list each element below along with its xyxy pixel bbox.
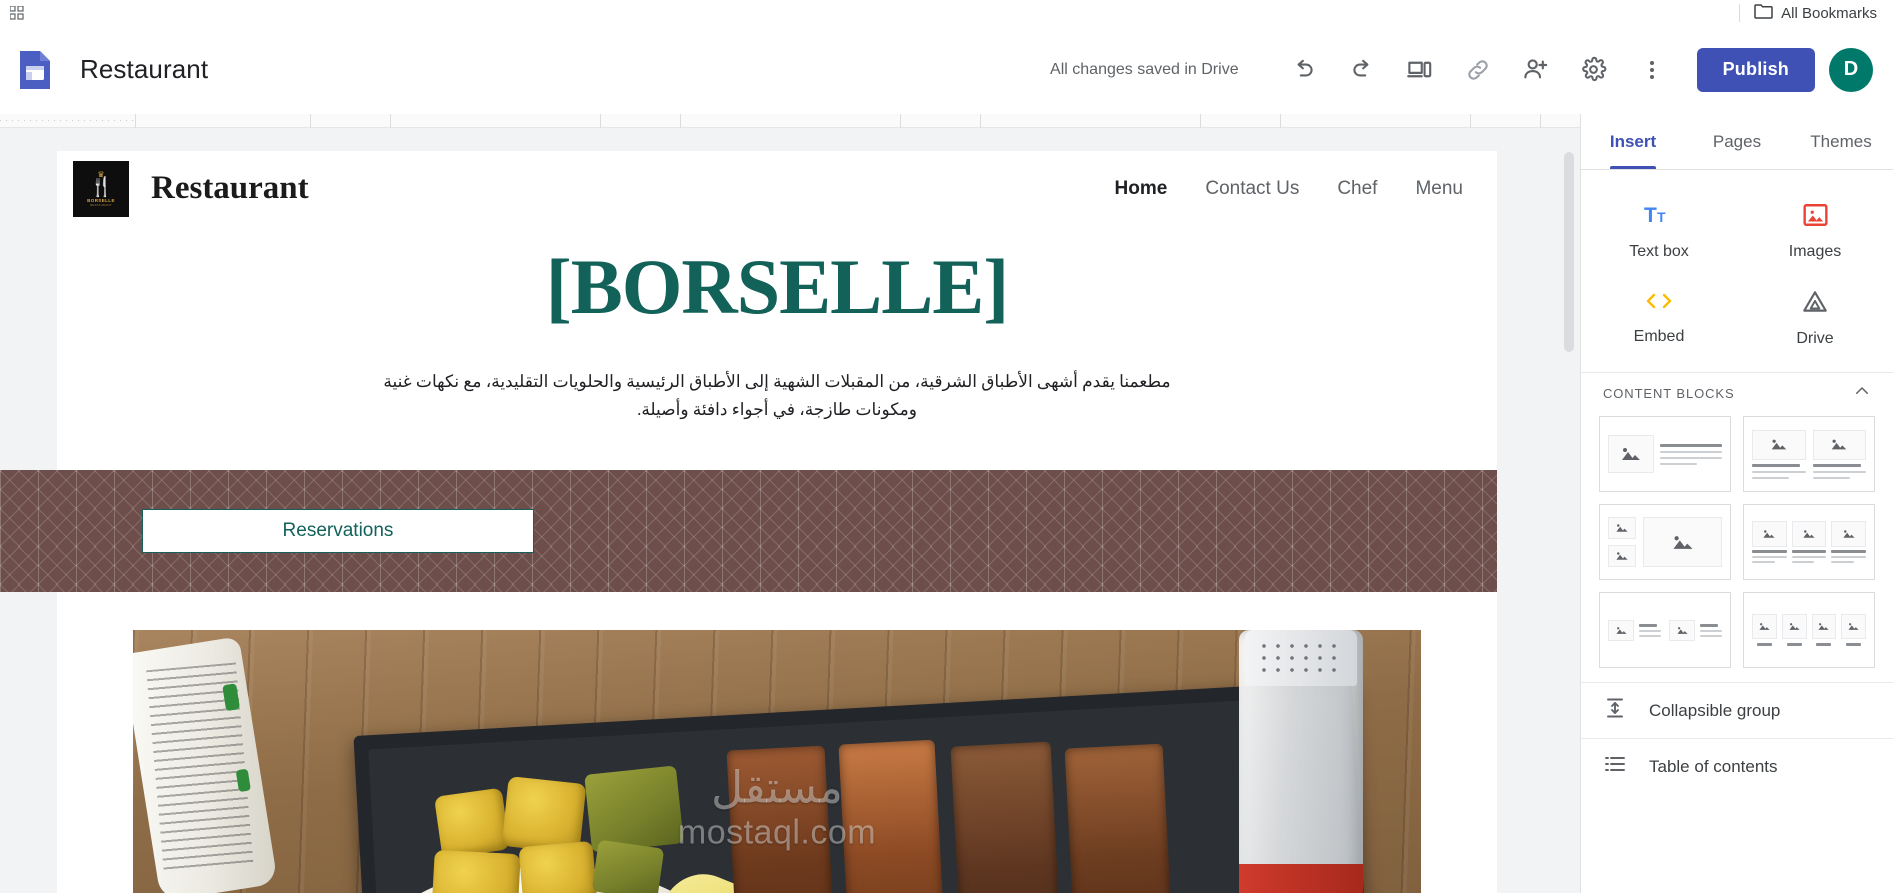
content-block-two-images-with-text[interactable] bbox=[1743, 416, 1875, 492]
images-icon bbox=[1802, 202, 1829, 233]
tab-insert[interactable]: Insert bbox=[1581, 114, 1685, 169]
potato-chunk bbox=[434, 787, 510, 859]
canvas-scroll-region[interactable]: ♛ 🍴 BORSELLE RESTAURANT Restaurant Home … bbox=[0, 128, 1580, 893]
content-block-two-small-one-large-image[interactable] bbox=[1599, 504, 1731, 580]
site-nav: Home Contact Us Chef Menu bbox=[1115, 178, 1475, 200]
grilled-meat-skewer bbox=[1064, 743, 1176, 893]
google-sites-icon[interactable] bbox=[12, 47, 58, 93]
insert-items-grid: T T Text box Images Embed Drive bbox=[1581, 170, 1893, 372]
person-add-icon[interactable] bbox=[1507, 41, 1565, 99]
nav-item-chef[interactable]: Chef bbox=[1337, 178, 1377, 200]
table-of-contents-label: Table of contents bbox=[1649, 756, 1778, 776]
undo-button[interactable] bbox=[1275, 41, 1333, 99]
insert-embed[interactable]: Embed bbox=[1581, 275, 1737, 362]
toolbar-actions: All changes saved in Drive Publish D bbox=[1050, 41, 1893, 99]
canvas-scrollbar-thumb[interactable] bbox=[1564, 152, 1574, 352]
ruler-dotted-segment bbox=[0, 114, 135, 128]
pickle-piece bbox=[591, 839, 665, 893]
bookmarks-divider bbox=[1739, 4, 1741, 22]
embed-code-icon bbox=[1644, 289, 1674, 318]
preview-device-icon[interactable] bbox=[1391, 41, 1449, 99]
insert-images-label: Images bbox=[1788, 243, 1842, 260]
google-drive-icon bbox=[1801, 289, 1829, 320]
nav-item-contact-us[interactable]: Contact Us bbox=[1205, 178, 1299, 200]
site-page: ♛ 🍴 BORSELLE RESTAURANT Restaurant Home … bbox=[0, 151, 1497, 893]
site-name[interactable]: Restaurant bbox=[151, 170, 309, 207]
pickle-piece bbox=[584, 765, 684, 853]
apps-grid-icon[interactable] bbox=[4, 0, 30, 26]
content-block-four-images-row[interactable] bbox=[1743, 592, 1875, 668]
insert-embed-label: Embed bbox=[1633, 328, 1685, 345]
grilled-meat-skewer bbox=[950, 741, 1064, 893]
publish-button[interactable]: Publish bbox=[1696, 47, 1815, 92]
folder-icon bbox=[1754, 3, 1773, 24]
insert-text-box[interactable]: T T Text box bbox=[1581, 188, 1737, 275]
panel-tabs: Insert Pages Themes bbox=[1581, 114, 1893, 170]
insert-drive[interactable]: Drive bbox=[1737, 275, 1893, 362]
insert-images[interactable]: Images bbox=[1737, 188, 1893, 275]
canvas-scrollbar[interactable] bbox=[1564, 152, 1574, 842]
all-bookmarks-entry[interactable]: All Bookmarks bbox=[1739, 0, 1877, 26]
site-logo[interactable]: ♛ 🍴 BORSELLE RESTAURANT bbox=[73, 160, 129, 217]
insert-collapsible-group[interactable]: Collapsible group bbox=[1581, 682, 1893, 738]
expand-vertical-icon bbox=[1603, 696, 1627, 725]
more-vert-icon[interactable] bbox=[1623, 41, 1681, 99]
avatar[interactable]: D bbox=[1829, 47, 1873, 92]
content-blocks-grid bbox=[1581, 414, 1893, 682]
shaker-base bbox=[1239, 864, 1363, 893]
chevron-up-icon[interactable] bbox=[1853, 382, 1871, 405]
grilled-meat-skewer bbox=[838, 739, 948, 893]
svg-text:T: T bbox=[1657, 209, 1666, 225]
content-block-image-left-text-right[interactable] bbox=[1599, 416, 1731, 492]
tab-themes[interactable]: Themes bbox=[1789, 114, 1893, 169]
link-icon[interactable] bbox=[1449, 41, 1507, 99]
grilled-meat-skewer bbox=[726, 745, 838, 893]
paper-cup-accent bbox=[235, 768, 251, 793]
content-block-three-images-with-text[interactable] bbox=[1743, 504, 1875, 580]
reservations-band: Reservations bbox=[0, 470, 1497, 593]
insert-table-of-contents[interactable]: Table of contents bbox=[1581, 738, 1893, 794]
potato-chunk bbox=[431, 849, 521, 893]
redo-button[interactable] bbox=[1333, 41, 1391, 99]
app-toolbar: Restaurant All changes saved in Drive Pu… bbox=[0, 26, 1893, 114]
document-title[interactable]: Restaurant bbox=[80, 54, 208, 85]
browser-bookmarks-bar: All Bookmarks bbox=[0, 0, 1893, 26]
svg-text:T: T bbox=[1644, 204, 1657, 227]
grilled-meat-platter-photo[interactable]: مستقل mostaql.com bbox=[133, 630, 1421, 893]
save-status-label: All changes saved in Drive bbox=[1050, 60, 1239, 78]
logo-sub-text: RESTAURANT bbox=[90, 202, 112, 207]
logo-cutlery-icon: 🍴 bbox=[89, 176, 114, 198]
nav-item-home[interactable]: Home bbox=[1115, 178, 1168, 200]
hero-paragraph[interactable]: مطعمنا يقدم أشهى الأطباق الشرقية، من الم… bbox=[327, 368, 1227, 424]
hero-title[interactable]: [BORSELLE] bbox=[57, 248, 1497, 326]
hero-section: [BORSELLE] مطعمنا يقدم أشهى الأطباق الشر… bbox=[57, 226, 1497, 470]
all-bookmarks-label: All Bookmarks bbox=[1781, 4, 1877, 22]
photo-section: مستقل mostaql.com bbox=[57, 592, 1497, 893]
collapsible-group-label: Collapsible group bbox=[1649, 700, 1781, 720]
reservations-button[interactable]: Reservations bbox=[142, 509, 534, 554]
nav-item-menu[interactable]: Menu bbox=[1415, 178, 1463, 200]
shaker-holes bbox=[1257, 640, 1345, 675]
content-blocks-section-header[interactable]: CONTENT BLOCKS bbox=[1581, 372, 1893, 414]
content-block-two-image-text-pairs[interactable] bbox=[1599, 592, 1731, 668]
site-header: ♛ 🍴 BORSELLE RESTAURANT Restaurant Home … bbox=[57, 151, 1497, 226]
potato-chunk bbox=[518, 840, 598, 893]
text-box-icon: T T bbox=[1644, 202, 1674, 233]
canvas-ruler bbox=[0, 114, 1580, 128]
insert-side-panel: Insert Pages Themes T T Text box Images bbox=[1580, 114, 1893, 893]
insert-drive-label: Drive bbox=[1796, 330, 1834, 347]
table-of-contents-icon bbox=[1603, 752, 1627, 781]
gear-icon[interactable] bbox=[1565, 41, 1623, 99]
salt-shaker bbox=[1239, 630, 1363, 893]
content-blocks-title: CONTENT BLOCKS bbox=[1603, 386, 1735, 401]
insert-text-box-label: Text box bbox=[1629, 243, 1689, 260]
tab-pages[interactable]: Pages bbox=[1685, 114, 1789, 169]
